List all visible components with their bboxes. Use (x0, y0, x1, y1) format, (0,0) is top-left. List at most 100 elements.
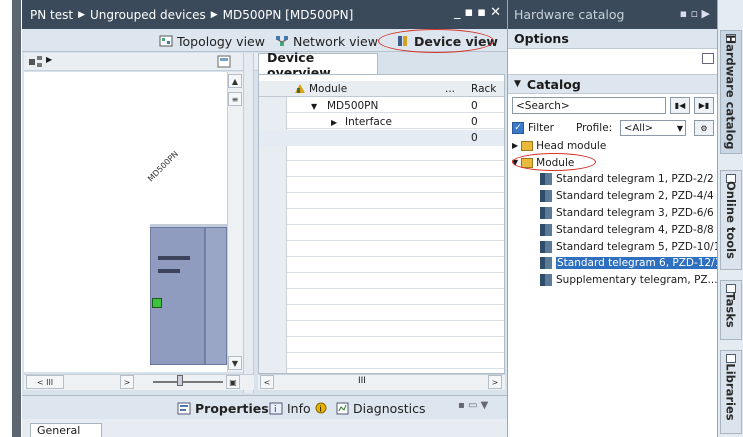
properties-icon (177, 402, 191, 414)
tab-tasks-label: Tasks (724, 292, 738, 328)
device-module-body[interactable] (150, 227, 205, 365)
tab-online-tools[interactable]: Online tools (720, 170, 742, 270)
network-icon (276, 36, 288, 46)
tab-info[interactable]: i Info i (269, 399, 327, 417)
options-header[interactable]: Options (508, 29, 718, 49)
profile-value: <All> (624, 122, 654, 134)
catalog-title: Hardware catalog (514, 7, 625, 22)
expand-arrow-icon[interactable]: ▶ (46, 55, 52, 64)
list-item[interactable]: Standard telegram 1, PZD-2/2 (540, 171, 714, 186)
window-controls: _ ▪ ▪ ✕ (454, 6, 501, 20)
editor-titlebar: PN test ▶ Ungrouped devices ▶ MD500PN [M… (22, 0, 507, 29)
telegram-label: Standard telegram 1, PZD-2/2 (556, 172, 714, 185)
zoom-fit-icon[interactable]: ▣ (226, 375, 240, 389)
table-row-selected[interactable]: 0 (259, 130, 504, 146)
tab-device-overview[interactable]: Device overview (258, 50, 378, 80)
profile-label: Profile: (576, 122, 613, 134)
expand-arrow-icon[interactable]: ▶ (331, 118, 337, 127)
device-slot-body[interactable] (205, 227, 227, 365)
table-row[interactable]: ▶ Interface 0 (259, 114, 504, 130)
graphic-toolbar: ▶ (24, 53, 258, 71)
device-graphic-canvas[interactable]: MD500PN (24, 72, 227, 372)
device-tree-icon[interactable] (28, 55, 44, 69)
telegram-label: Supplementary telegram, PZ... (556, 273, 718, 286)
panel-pin-icon[interactable]: ▪ ▫ ▶ (680, 7, 710, 20)
telegram-icon (540, 206, 552, 219)
task-card-tabs: Hardware catalog Online tools Tasks Libr… (717, 0, 743, 437)
tab-info-label: Info (287, 400, 311, 416)
filter-checkbox[interactable]: ✓ (512, 122, 524, 134)
table-row[interactable]: ▼ MD500PN 0 (259, 98, 504, 114)
breadcrumb-project[interactable]: PN test (30, 8, 73, 22)
search-down-icon[interactable]: ▮◀ (670, 97, 690, 114)
collapse-arrow-icon[interactable]: ▼ (311, 102, 317, 111)
search-up-icon[interactable]: ▶▮ (694, 97, 714, 114)
close-icon[interactable]: ✕ (490, 6, 501, 20)
expand-arrow-icon[interactable]: ▶ (512, 141, 518, 150)
catalog-header[interactable]: ▼ Catalog (508, 74, 718, 94)
filter-label: Filter (528, 122, 555, 134)
pane-splitter[interactable] (243, 53, 254, 393)
tab-general[interactable]: General (30, 423, 102, 437)
minimize-icon[interactable]: _ (454, 6, 461, 20)
tab-hardware-catalog-label: Hardware catalog (724, 34, 738, 150)
filter-row: ✓ Filter Profile: (512, 119, 718, 137)
tree-item-head-module[interactable]: ▶ Head module (512, 138, 606, 153)
scroll-thumb-icon: III (46, 377, 54, 387)
tab-tasks[interactable]: Tasks (720, 280, 742, 340)
breadcrumb-device[interactable]: MD500PN [MD500PN] (223, 8, 354, 22)
profinet-port-icon[interactable] (152, 298, 162, 308)
telegram-label: Standard telegram 6, PZD-12/12 (556, 256, 730, 269)
tab-properties[interactable]: Properties (177, 399, 269, 417)
zoom-slider-track[interactable] (153, 381, 223, 383)
column-rack[interactable]: Rack (471, 83, 496, 95)
annotation-oval (378, 29, 494, 53)
scroll-left-button[interactable]: < III (26, 375, 64, 389)
options-toggle-icon[interactable] (702, 53, 714, 64)
panel-controls-icon[interactable]: ▪ ▭ ▼ (458, 400, 488, 411)
scroll-right-icon[interactable]: > (488, 375, 502, 389)
list-item[interactable]: Standard telegram 2, PZD-4/4 (540, 188, 714, 203)
chevron-down-icon[interactable]: ▼ (677, 124, 683, 133)
tab-topology-view[interactable]: Topology view (155, 31, 269, 51)
zoom-slider-knob[interactable] (177, 375, 183, 386)
svg-text:i: i (319, 405, 321, 414)
list-item-selected[interactable]: Standard telegram 6, PZD-12/12 (540, 255, 730, 270)
scroll-up-icon[interactable]: ▲ (228, 74, 242, 88)
scroll-thumb-icon[interactable]: III (358, 376, 366, 386)
list-item[interactable]: Standard telegram 4, PZD-8/8 (540, 222, 714, 237)
overview-toggle-icon[interactable] (217, 55, 231, 68)
tab-diagnostics[interactable]: Diagnostics (336, 399, 426, 417)
catalog-search-input[interactable]: <Search> (512, 97, 666, 114)
column-module[interactable]: Module (309, 83, 347, 95)
column-more[interactable]: ... (445, 83, 455, 95)
list-item[interactable]: Supplementary telegram, PZ... (540, 272, 718, 287)
telegram-label: Standard telegram 4, PZD-8/8 (556, 223, 714, 236)
scroll-down-icon[interactable]: ▼ (228, 356, 242, 370)
graphic-vertical-scrollbar[interactable]: ▲ ≡ ▼ (227, 72, 243, 372)
diagnostics-icon (336, 402, 349, 414)
float-icon[interactable]: ▪ (464, 6, 473, 20)
list-item[interactable]: Standard telegram 5, PZD-10/10 (540, 239, 727, 254)
collapse-arrow-icon[interactable]: ▼ (514, 79, 521, 89)
tree-item-label: Head module (536, 139, 607, 152)
profile-select[interactable]: <All> ▼ (620, 120, 686, 136)
tab-network-view[interactable]: Network view (271, 31, 382, 51)
tab-libraries[interactable]: Libraries (720, 350, 742, 434)
options-body (508, 49, 718, 71)
list-item[interactable]: Standard telegram 3, PZD-6/6 (540, 205, 714, 220)
telegram-icon (540, 223, 552, 236)
tab-diagnostics-label: Diagnostics (353, 400, 426, 416)
scroll-grip-icon[interactable]: ≡ (228, 92, 242, 106)
breadcrumb-folder[interactable]: Ungrouped devices (90, 8, 206, 22)
scroll-left-icon[interactable]: < (260, 375, 274, 389)
maximize-icon[interactable]: ▪ (477, 6, 486, 20)
view-tabs: Topology view Network view Device view (22, 29, 507, 53)
tab-hardware-catalog[interactable]: Hardware catalog (720, 30, 742, 154)
scroll-left-icon: < (36, 377, 44, 387)
scroll-right-icon[interactable]: > (120, 375, 134, 389)
breadcrumb-separator-icon: ▶ (210, 9, 218, 20)
overview-horizontal-scrollbar[interactable]: < III > (258, 374, 505, 390)
hardware-catalog-panel: Hardware catalog ▪ ▫ ▶ Options ▼ Catalog… (507, 0, 730, 437)
profile-settings-icon[interactable]: ⚙ (694, 120, 714, 136)
